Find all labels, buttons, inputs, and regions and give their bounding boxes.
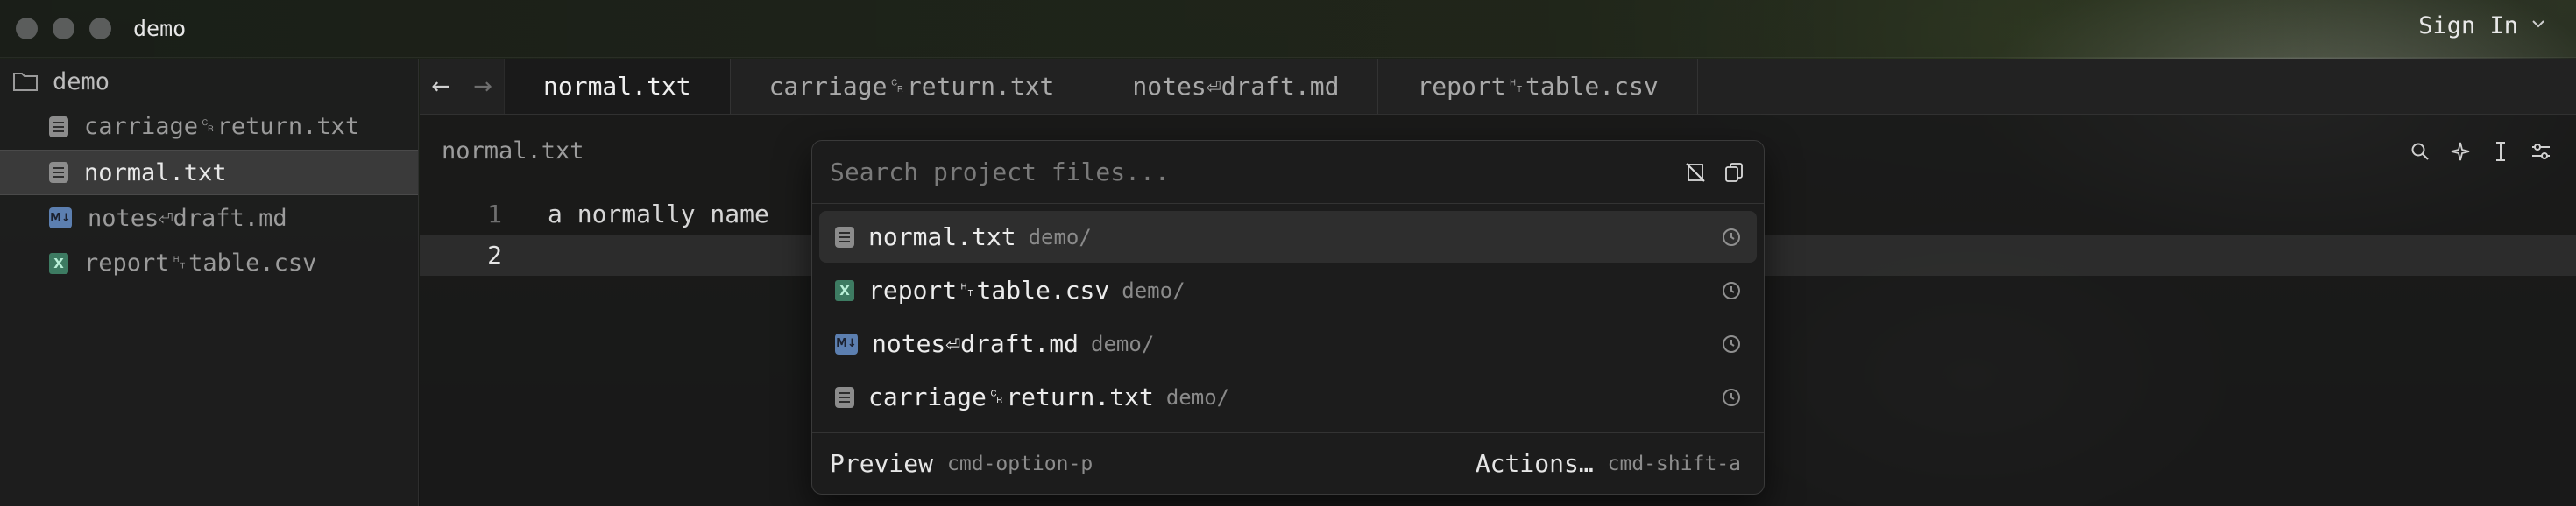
sidebar-item-label: notes⏎draft.md <box>88 204 287 232</box>
history-icon <box>1723 281 1740 299</box>
file-result-normal[interactable]: normal.txt demo/ <box>819 211 1757 263</box>
file-search-input[interactable] <box>830 158 1669 186</box>
sidebar-item-label: carriage␍return.txt <box>84 113 360 140</box>
window-controls <box>16 18 111 39</box>
actions-button[interactable]: Actions… <box>1476 449 1594 478</box>
minimize-window-button[interactable] <box>53 18 74 39</box>
line-text[interactable]: a normally name <box>516 200 769 228</box>
file-finder-search-bar <box>812 141 1764 204</box>
close-window-button[interactable] <box>16 18 38 39</box>
markdown-file-icon: M↓ <box>835 333 858 355</box>
file-finder-results: normal.txt demo/ X report␉table.csv demo… <box>812 204 1764 423</box>
preview-shortcut: cmd-option-p <box>947 452 1093 475</box>
window-title: demo <box>133 16 187 41</box>
sidebar-item-label: report␉table.csv <box>84 249 317 277</box>
sign-in-button[interactable]: Sign In <box>2418 12 2518 39</box>
tab-bar: ← → normal.txt carriage␍return.txt notes… <box>420 59 2576 115</box>
file-result-carriage-return[interactable]: carriage␍return.txt demo/ <box>819 371 1757 423</box>
filter-off-icon[interactable] <box>1683 160 1708 185</box>
sidebar-item-notes-draft[interactable]: M↓ notes⏎draft.md <box>0 195 418 241</box>
sparkle-icon[interactable] <box>2450 141 2471 162</box>
file-result-report-table[interactable]: X report␉table.csv demo/ <box>819 264 1757 316</box>
file-result-notes-draft[interactable]: M↓ notes⏎draft.md demo/ <box>819 318 1757 369</box>
editor-toolbar <box>2410 141 2551 162</box>
history-icon <box>1723 228 1740 246</box>
breadcrumb[interactable]: normal.txt <box>442 137 584 165</box>
result-file-dir: demo/ <box>1165 384 1230 410</box>
history-icon <box>1723 388 1740 406</box>
copy-icon[interactable] <box>1722 160 1746 185</box>
tab-normal[interactable]: normal.txt <box>504 59 730 114</box>
actions-shortcut: cmd-shift-a <box>1607 452 1741 475</box>
title-bar: demo Sign In <box>0 0 2576 58</box>
spreadsheet-file-icon: X <box>49 253 68 274</box>
result-file-name: carriage␍return.txt <box>868 382 1154 411</box>
text-file-icon <box>49 116 68 137</box>
text-cursor-icon[interactable] <box>2490 141 2511 162</box>
chevron-down-icon[interactable] <box>2530 16 2546 32</box>
folder-icon <box>13 73 38 91</box>
forward-arrow-icon[interactable]: → <box>462 59 504 114</box>
result-file-dir: demo/ <box>1028 224 1092 249</box>
sidebar-item-label: normal.txt <box>84 158 227 186</box>
project-root-folder[interactable]: demo <box>0 59 418 104</box>
file-finder-modal: normal.txt demo/ X report␉table.csv demo… <box>811 140 1765 495</box>
back-arrow-icon[interactable]: ← <box>420 59 462 114</box>
tab-report-table[interactable]: report␉table.csv <box>1377 59 1698 114</box>
search-icon[interactable] <box>2410 141 2431 162</box>
spreadsheet-file-icon: X <box>835 279 854 301</box>
text-file-icon <box>835 386 854 408</box>
actions-group: Actions… cmd-shift-a <box>1476 449 1741 478</box>
sidebar-item-report-table[interactable]: X report␉table.csv <box>0 241 418 286</box>
project-root-label: demo <box>53 67 110 95</box>
file-finder-footer: Preview cmd-option-p Actions… cmd-shift-… <box>812 432 1764 494</box>
result-file-name: notes⏎draft.md <box>872 329 1079 358</box>
sidebar-item-normal[interactable]: normal.txt <box>0 150 418 195</box>
history-icon <box>1723 334 1740 353</box>
result-file-name: report␉table.csv <box>868 275 1110 305</box>
line-number: 1 <box>487 200 502 228</box>
preview-button[interactable]: Preview <box>830 449 933 478</box>
settings-sliders-icon[interactable] <box>2530 141 2551 162</box>
result-file-dir: demo/ <box>1122 278 1185 303</box>
line-number: 2 <box>487 241 502 270</box>
tab-carriage-return[interactable]: carriage␍return.txt <box>729 59 1093 114</box>
result-file-dir: demo/ <box>1091 331 1155 356</box>
text-file-icon <box>49 162 68 183</box>
zoom-window-button[interactable] <box>89 18 111 39</box>
project-panel: demo carriage␍return.txt normal.txt M↓ n… <box>0 59 419 506</box>
sidebar-item-carriage-return[interactable]: carriage␍return.txt <box>0 104 418 150</box>
text-file-icon <box>835 226 854 248</box>
markdown-file-icon: M↓ <box>49 207 72 228</box>
tab-notes-draft[interactable]: notes⏎draft.md <box>1093 59 1377 114</box>
result-file-name: normal.txt <box>868 222 1016 251</box>
